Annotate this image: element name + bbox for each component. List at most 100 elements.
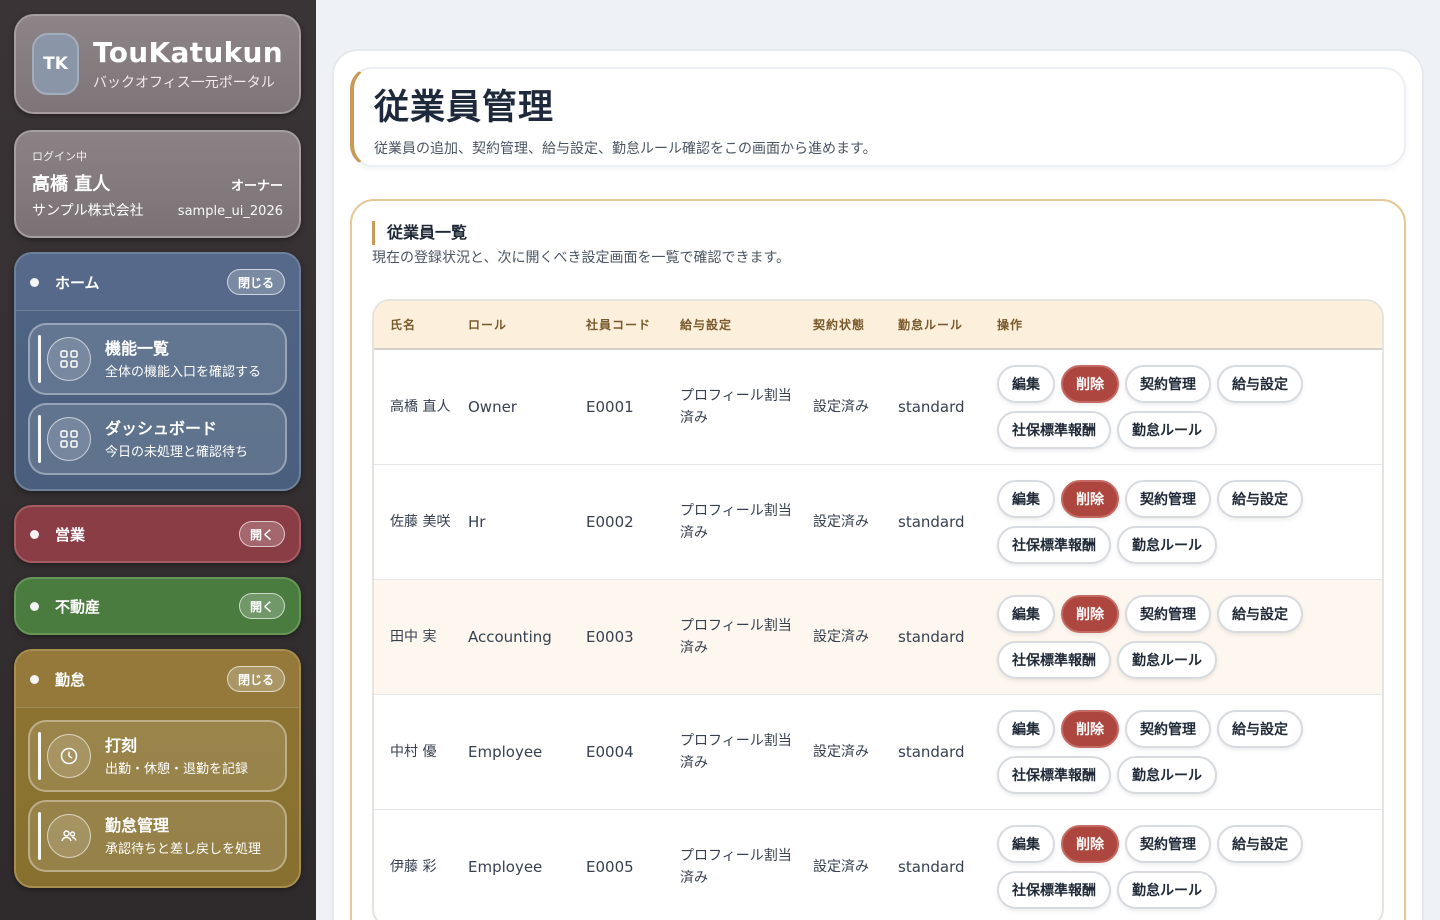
edit-button[interactable]: 編集 [997, 364, 1055, 403]
social-insurance-button[interactable]: 社保標準報酬 [997, 755, 1111, 794]
payroll-settings-button[interactable]: 給与設定 [1217, 594, 1303, 633]
employee-code-cell: E0002 [570, 464, 664, 580]
main-panel: 従業員管理 従業員の追加、契約管理、給与設定、勤怠ルール確認をこの画面から進めま… [332, 49, 1424, 920]
nav-group-attendance: 勤怠 閉じる 打刻 出勤・休憩・退勤を記録 勤怠管理 承認待ちと差し戻しを処理 [14, 649, 301, 888]
social-insurance-button[interactable]: 社保標準報酬 [997, 525, 1111, 564]
table-row: 伊藤 彩 Employee E0005 プロフィール割当済み 設定済み stan… [374, 809, 1382, 920]
payroll-status-cell: プロフィール割当済み [664, 694, 797, 810]
attendance-rule-button[interactable]: 勤怠ルール [1117, 410, 1217, 449]
page-description: 従業員の追加、契約管理、給与設定、勤怠ルール確認をこの画面から進めます。 [374, 141, 877, 157]
brand-subtitle: バックオフィス一元ポータル [93, 75, 275, 91]
nav-item-title: ダッシュボード [105, 419, 218, 438]
table-header-row: 氏名 ロール 社員コード 給与設定 契約状態 勤怠ルール 操作 [374, 301, 1382, 350]
bullet-dot-icon [30, 529, 39, 539]
delete-button[interactable]: 削除 [1061, 594, 1119, 633]
social-insurance-button[interactable]: 社保標準報酬 [997, 640, 1111, 679]
nav-group-home-header[interactable]: ホーム 閉じる [16, 254, 299, 310]
attendance-rule-button[interactable]: 勤怠ルール [1117, 640, 1217, 679]
bullet-dot-icon [30, 277, 39, 287]
payroll-status-cell: プロフィール割当済み [664, 809, 797, 920]
nav-group-real-estate-header[interactable]: 不動産 開く [16, 579, 299, 633]
attendance-rule-cell: standard [882, 809, 981, 920]
delete-button[interactable]: 削除 [1061, 824, 1119, 863]
brand-logo: TK [32, 33, 80, 95]
attendance-rule-cell: standard [882, 349, 981, 465]
nav-item-title: 打刻 [105, 736, 138, 755]
social-insurance-button[interactable]: 社保標準報酬 [997, 410, 1111, 449]
nav-item-desc: 今日の未処理と確認待ち [105, 445, 249, 460]
column-header-payroll[interactable]: 給与設定 [664, 301, 797, 350]
nav-item-desc: 承認待ちと差し戻しを処理 [105, 842, 262, 857]
nav-group-title: 勤怠 [55, 670, 86, 689]
bullet-dot-icon [30, 601, 39, 611]
nav-item-dashboard[interactable]: ダッシュボード 今日の未処理と確認待ち [28, 403, 287, 475]
nav-item-accent-bar [38, 812, 41, 860]
brand-name: TouKatukun [93, 36, 283, 69]
employee-name-cell: 中村 優 [374, 694, 452, 810]
nav-group-title: 営業 [55, 525, 86, 544]
contract-status-cell: 設定済み [797, 694, 882, 810]
delete-button[interactable]: 削除 [1061, 364, 1119, 403]
payroll-settings-button[interactable]: 給与設定 [1217, 479, 1303, 518]
edit-button[interactable]: 編集 [997, 709, 1055, 748]
employee-role-cell: Employee [452, 809, 570, 920]
employee-code-cell: E0001 [570, 349, 664, 465]
contract-management-button[interactable]: 契約管理 [1125, 364, 1211, 403]
nav-group-toggle-button[interactable]: 閉じる [226, 269, 285, 295]
nav-group-toggle-button[interactable]: 閉じる [226, 666, 285, 692]
payroll-settings-button[interactable]: 給与設定 [1217, 709, 1303, 748]
attendance-rule-button[interactable]: 勤怠ルール [1117, 525, 1217, 564]
employee-table: 氏名 ロール 社員コード 給与設定 契約状態 勤怠ルール 操作 高橋 直人 Ow… [372, 299, 1384, 920]
contract-management-button[interactable]: 契約管理 [1125, 594, 1211, 633]
contract-management-button[interactable]: 契約管理 [1125, 709, 1211, 748]
nav-item-accent-bar [38, 732, 41, 780]
attendance-rule-cell: standard [882, 694, 981, 810]
edit-button[interactable]: 編集 [997, 594, 1055, 633]
employee-role-cell: Employee [452, 694, 570, 810]
payroll-settings-button[interactable]: 給与設定 [1217, 824, 1303, 863]
login-company: サンプル株式会社 [32, 203, 144, 219]
nav-item-desc: 全体の機能入口を確認する [105, 365, 262, 380]
attendance-rule-button[interactable]: 勤怠ルール [1117, 870, 1217, 909]
actions-cell: 編集 削除 契約管理 給与設定 社保標準報酬 勤怠ルール [981, 809, 1382, 920]
attendance-rule-button[interactable]: 勤怠ルール [1117, 755, 1217, 794]
contract-management-button[interactable]: 契約管理 [1125, 479, 1211, 518]
employee-list-card: 従業員一覧 現在の登録状況と、次に開くべき設定画面を一覧で確認できます。 氏名 … [350, 199, 1406, 920]
contract-status-cell: 設定済み [797, 349, 882, 465]
delete-button[interactable]: 削除 [1061, 709, 1119, 748]
users-icon [47, 814, 91, 858]
page-header: 従業員管理 従業員の追加、契約管理、給与設定、勤怠ルール確認をこの画面から進めま… [350, 67, 1406, 167]
payroll-settings-button[interactable]: 給与設定 [1217, 364, 1303, 403]
employee-role-cell: Accounting [452, 579, 570, 695]
social-insurance-button[interactable]: 社保標準報酬 [997, 870, 1111, 909]
edit-button[interactable]: 編集 [997, 824, 1055, 863]
nav-item-desc: 出勤・休憩・退勤を記録 [105, 762, 249, 777]
login-label: ログイン中 [32, 150, 87, 163]
column-header-attendance-rule[interactable]: 勤怠ルール [882, 301, 981, 350]
column-header-contract[interactable]: 契約状態 [797, 301, 882, 350]
login-card: ログイン中 高橋 直人 オーナー サンプル株式会社 sample_ui_2026 [14, 130, 301, 238]
contract-management-button[interactable]: 契約管理 [1125, 824, 1211, 863]
column-header-code[interactable]: 社員コード [570, 301, 664, 350]
nav-item-clock-in[interactable]: 打刻 出勤・休憩・退勤を記録 [28, 720, 287, 792]
nav-group-home: ホーム 閉じる 機能一覧 全体の機能入口を確認する ダッシュボード 今日の未処理… [14, 252, 301, 491]
actions-cell: 編集 削除 契約管理 給与設定 社保標準報酬 勤怠ルール [981, 464, 1382, 580]
payroll-status-cell: プロフィール割当済み [664, 579, 797, 695]
nav-group-toggle-button[interactable]: 開く [238, 593, 285, 619]
column-header-name[interactable]: 氏名 [374, 301, 452, 350]
grid-icon [47, 337, 91, 381]
edit-button[interactable]: 編集 [997, 479, 1055, 518]
nav-item-feature-list[interactable]: 機能一覧 全体の機能入口を確認する [28, 323, 287, 395]
section-title: 従業員一覧 [372, 221, 1384, 245]
column-header-role[interactable]: ロール [452, 301, 570, 350]
actions-cell: 編集 削除 契約管理 給与設定 社保標準報酬 勤怠ルール [981, 579, 1382, 695]
brand-card[interactable]: TK TouKatukun バックオフィス一元ポータル [14, 14, 301, 114]
employee-name-cell: 伊藤 彩 [374, 809, 452, 920]
delete-button[interactable]: 削除 [1061, 479, 1119, 518]
clock-icon [47, 734, 91, 778]
nav-item-attendance-management[interactable]: 勤怠管理 承認待ちと差し戻しを処理 [28, 800, 287, 872]
nav-group-toggle-button[interactable]: 開く [238, 521, 285, 547]
nav-group-attendance-header[interactable]: 勤怠 閉じる [16, 651, 299, 707]
nav-group-sales-header[interactable]: 営業 開く [16, 507, 299, 561]
sidebar: TK TouKatukun バックオフィス一元ポータル ログイン中 高橋 直人 … [0, 0, 316, 920]
